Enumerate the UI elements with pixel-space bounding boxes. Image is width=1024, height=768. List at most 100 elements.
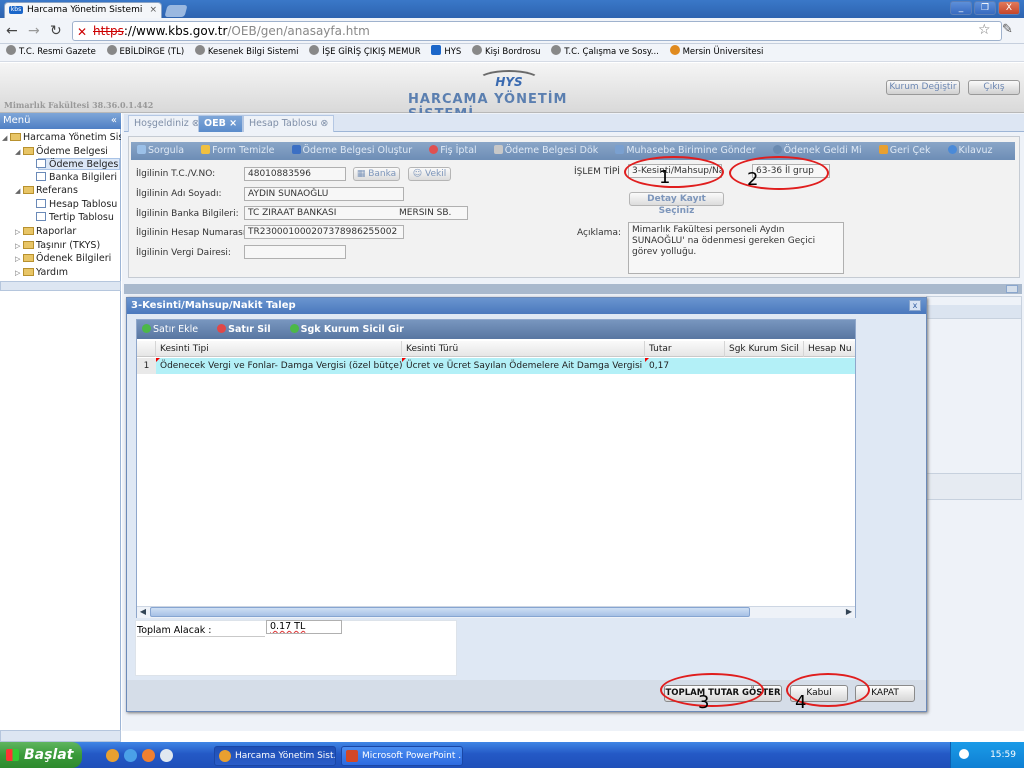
collapse-icon[interactable]: « [111,113,117,129]
bookmark-item[interactable]: İŞE GİRİŞ ÇIKIŞ MEMUR [309,45,421,57]
reload-icon[interactable]: ↻ [50,23,62,39]
add-icon [289,324,299,333]
hesap-cell[interactable] [804,358,855,374]
sgk-kurum-sicil-button[interactable]: Sgk Kurum Sicil Gir [289,324,412,335]
form-temizle-button[interactable]: Form Temizle [201,145,281,156]
sidebar-item-label: Taşınır (TKYS) [36,240,101,251]
menu-bottom-scrollbar[interactable] [0,730,121,742]
folder-icon [23,147,34,155]
tab-close-icon[interactable]: × [149,3,157,17]
sorgula-button[interactable]: Sorgula [137,145,191,156]
bookmark-item[interactable]: Kesenek Bilgi Sistemi [194,45,299,57]
odeme-belgesi-dok-button[interactable]: Ödeme Belgesi Dök [493,145,606,156]
taskbar-item-browser[interactable]: Harcama Yönetim Sist... [214,746,336,766]
folder-icon [23,227,34,235]
satir-sil-button[interactable]: Satır Sil [217,324,278,335]
bookmark-item[interactable]: Kişi Bordrosu [472,45,541,57]
bookmark-item[interactable]: Mersin Üniversitesi [669,45,763,57]
sidebar-item[interactable]: Tertip Tablosu [28,211,121,224]
sidebar-item[interactable]: ▷ Raporlar [15,225,121,238]
app-quicklaunch-icon[interactable] [160,749,173,762]
taskbar-item-powerpoint[interactable]: Microsoft PowerPoint ... [341,746,463,766]
chrome-quicklaunch-icon[interactable] [106,749,119,762]
expand-icon[interactable] [1006,285,1018,293]
column-header[interactable]: Hesap Nu [804,341,855,357]
close-window-button[interactable]: X [998,1,1020,15]
scroll-left-icon[interactable]: ◀ [137,607,149,617]
sidebar-item[interactable]: Hesap Tablosu [28,198,121,211]
sidebar-item[interactable]: ◢ Ödeme Belgesi [15,145,121,158]
scroll-thumb[interactable] [150,607,750,617]
sidebar-item[interactable]: Banka Bilgileri [28,171,121,184]
wrench-icon[interactable]: ✎ [1002,22,1013,37]
expanded-icon[interactable]: ◢ [15,185,23,197]
forward-icon[interactable]: → [28,23,40,39]
satir-ekle-button[interactable]: Satır Ekle [142,324,206,335]
maximize-button[interactable]: ❐ [974,1,996,15]
kurum-degistir-button[interactable]: Kurum Değiştir [886,80,960,95]
back-icon[interactable]: ← [6,23,18,39]
sidebar-item[interactable]: ◢ Referans [15,184,121,197]
odenek-geldi-mi-button[interactable]: Ödenek Geldi Mi [772,145,869,156]
banka-button[interactable]: ▦ Banka [353,167,400,181]
sidebar-item[interactable]: ▷ Taşınır (TKYS) [15,239,121,252]
muhasebe-gonder-button[interactable]: Muhasebe Birimine Gönder [615,145,762,156]
expanded-icon[interactable]: ◢ [15,146,23,158]
bookmark-item[interactable]: T.C. Çalışma ve Sosy... [551,45,659,57]
new-tab-button[interactable] [164,5,188,17]
banka-field[interactable]: TC ZIRAAT BANKASI MERSIN SB. [244,206,468,220]
firefox-quicklaunch-icon[interactable] [142,749,155,762]
tab-hesap-tablosu[interactable]: Hesap Tablosu ⊗ [243,115,335,132]
ad-field[interactable]: AYDIN SUNAOĞLU [244,187,404,201]
column-header[interactable]: Tutar [645,341,725,357]
odeme-belgesi-olustur-button[interactable]: Ödeme Belgesi Oluştur [291,145,420,156]
bookmark-item[interactable]: HYS [431,45,461,57]
page-icon [36,199,46,208]
unit-label: Mimarlık Fakültesi 38.36.0.1.442 [4,100,154,110]
menu-scrollbar[interactable] [0,281,121,291]
vergi-field[interactable] [244,245,346,259]
collapsed-icon[interactable]: ▷ [15,253,23,265]
kesinti-turu-cell[interactable]: Ücret ve Ücret Sayılan Ödemelere Ait Dam… [402,358,645,374]
fis-iptal-button[interactable]: Fiş İptal [429,145,483,156]
folder-icon [23,254,34,262]
ie-quicklaunch-icon[interactable] [124,749,137,762]
expanded-icon[interactable]: ◢ [2,132,10,144]
scroll-right-icon[interactable]: ▶ [843,607,855,617]
toplam-alacak-field[interactable]: 0.17 TL [266,620,342,634]
sgk-cell[interactable] [725,358,804,374]
column-header[interactable]: Sgk Kurum Sicil [725,341,804,357]
rownum-header [137,341,156,357]
sidebar-item[interactable]: ▷ Yardım [15,266,121,279]
column-header[interactable]: Kesinti Tipi [156,341,402,357]
tab-hosgeldiniz[interactable]: Hoşgeldiniz ⊗ [128,115,206,132]
kilavuz-button[interactable]: Kılavuz [947,145,1000,156]
url-input[interactable]: ✕ https://www.kbs.gov.tr/OEB/gen/anasayfa… [72,21,1002,41]
hesap-field[interactable]: TR230001000207378986255002 [244,225,404,239]
vekil-button[interactable]: ☺ Vekil [408,167,451,181]
sidebar-item-label: Yardım [36,267,68,278]
browser-tab[interactable]: kbs Harcama Yönetim Sistemi × [4,2,162,18]
tutar-cell[interactable]: 0,17 [645,358,725,374]
collapsed-icon[interactable]: ▷ [15,240,23,252]
tc-field[interactable]: 48010883596 [244,167,346,181]
bookmark-item[interactable]: T.C. Resmi Gazete [6,45,96,57]
column-header[interactable]: Kesinti Türü [402,341,645,357]
detay-kayit-button[interactable]: Detay Kayıt Seçiniz [629,192,724,216]
dialog-close-icon[interactable]: x [909,300,921,311]
sidebar-item[interactable]: Ödeme Belges [28,158,121,171]
aciklama-field[interactable]: Mimarlık Fakültesi personeli Aydın SUNAO… [628,222,844,274]
geri-cek-button[interactable]: Geri Çek [878,145,938,156]
bookmark-item[interactable]: EBİLDİRGE (TL) [106,45,184,57]
logout-button[interactable]: Çıkış [968,80,1020,95]
sidebar-item[interactable]: ▷ Ödenek Bilgileri [15,252,121,265]
minimize-button[interactable]: _ [950,1,972,15]
sidebar-item[interactable]: ◢ Harcama Yönetim Sis [2,131,121,144]
start-button[interactable]: Başlat [0,742,82,768]
tab-oeb[interactable]: OEB × [198,115,244,132]
star-icon[interactable]: ☆ [978,22,991,38]
collapsed-icon[interactable]: ▷ [15,267,23,279]
collapsed-icon[interactable]: ▷ [15,226,23,238]
tray-icon[interactable] [959,749,969,759]
kesinti-tipi-cell[interactable]: Ödenecek Vergi ve Fonlar- Damga Vergisi … [156,358,402,374]
